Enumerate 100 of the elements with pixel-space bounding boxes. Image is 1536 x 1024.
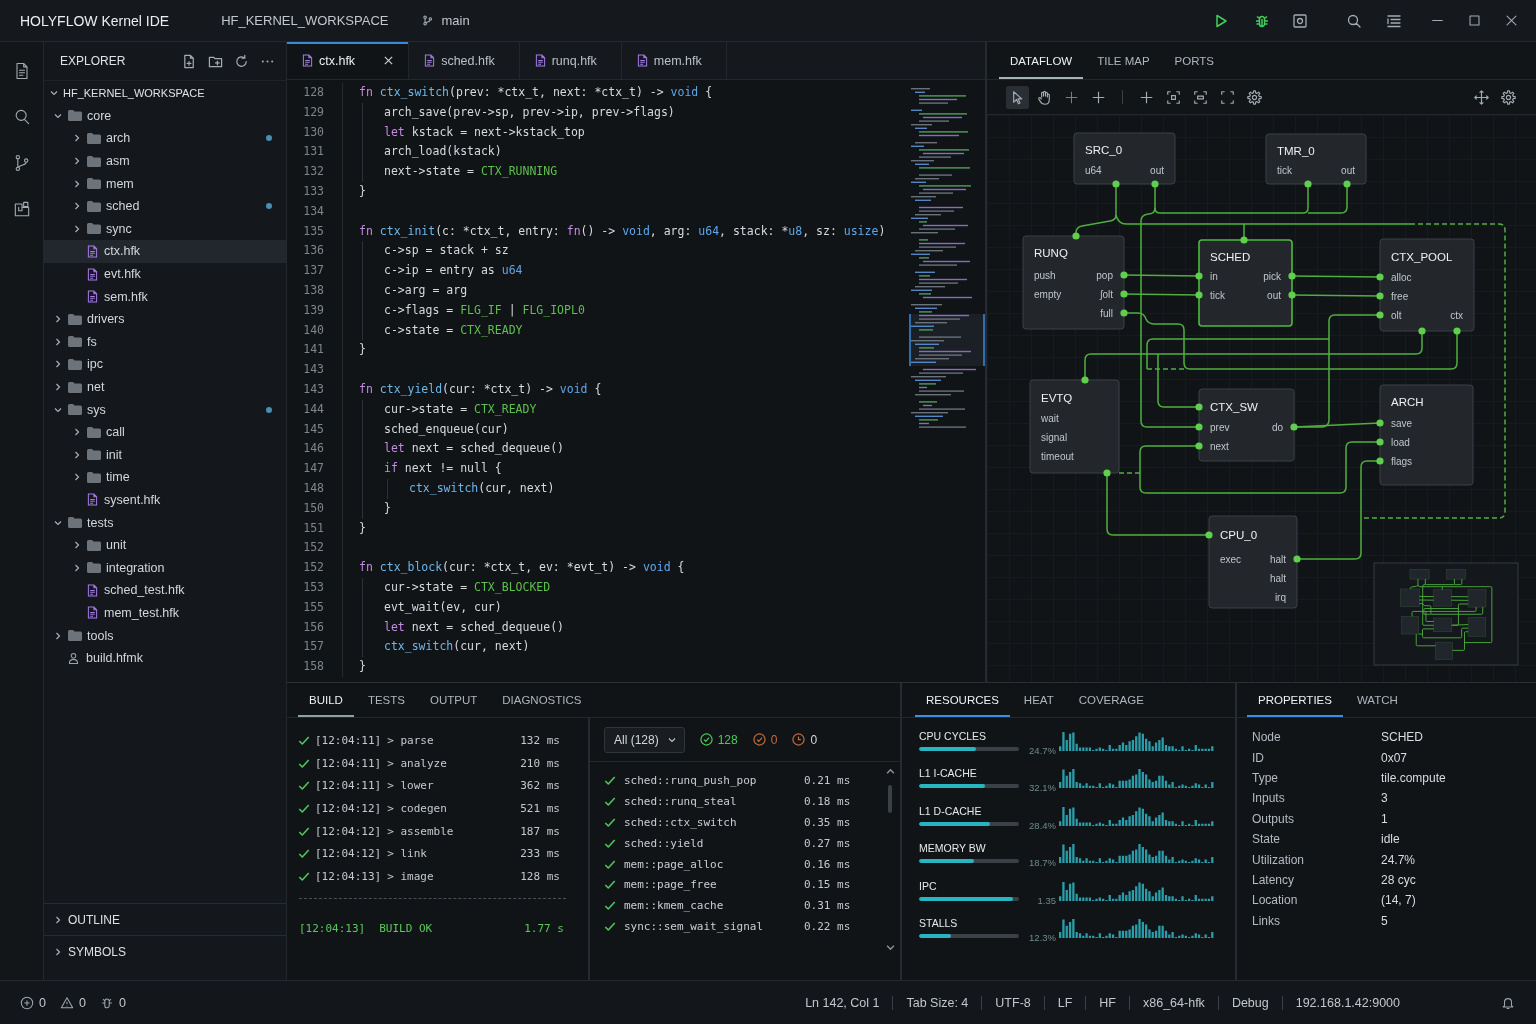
graph-node[interactable]: TMR_0 tick out [1265, 133, 1367, 185]
status-item[interactable]: LF [1043, 995, 1086, 1010]
tree-item[interactable]: unit [44, 533, 286, 557]
line-number: 140 [303, 322, 324, 337]
filter-dropdown[interactable]: All (128) [604, 726, 685, 753]
line-number: 150 [303, 500, 324, 515]
panel-tab[interactable]: PROPERTIES [1247, 683, 1343, 717]
panel-tab[interactable]: TILE MAP [1086, 42, 1161, 79]
status-item[interactable]: Tab Size: 4 [892, 995, 982, 1010]
tree-item[interactable]: core [44, 104, 286, 128]
line-number: 147 [303, 461, 324, 476]
tree-item[interactable]: time [44, 466, 286, 489]
code-line: } [359, 519, 366, 537]
tree-item[interactable]: tests [44, 511, 286, 534]
code-line: } [384, 499, 391, 517]
editor-tab[interactable]: ctx.hfk [287, 42, 410, 79]
tree-item[interactable]: sched [44, 194, 286, 218]
editor-tab[interactable]: sched.hfk [409, 42, 520, 79]
port-label: timeout [1041, 450, 1074, 462]
line-number: 143 [303, 362, 324, 377]
section-header[interactable]: OUTLINE [44, 903, 286, 935]
branch-selector[interactable]: main [421, 13, 470, 28]
log-duration: 362 ms [520, 779, 560, 793]
workspace-header[interactable]: HF_KERNEL_WORKSPACE [44, 82, 286, 105]
tree-item[interactable]: arch [44, 127, 286, 150]
bell-icon[interactable] [1501, 995, 1515, 1010]
tree-item[interactable]: ctx.hfk [44, 240, 286, 263]
cursor-icon[interactable] [1006, 85, 1029, 109]
tree-item[interactable]: build.hfmk [44, 646, 286, 670]
editor-tab[interactable]: runq.hfk [519, 42, 622, 79]
close-icon[interactable] [1505, 14, 1518, 27]
log-time: [12:04:12] [315, 824, 382, 838]
tree-item[interactable]: sem.hfk [44, 285, 286, 308]
line-number: 128 [303, 85, 324, 99]
log-duration: 521 ms [520, 801, 560, 815]
panel-tab[interactable]: BUILD [298, 683, 354, 717]
panel-tab[interactable]: PORTS [1163, 42, 1225, 79]
panel-tab[interactable]: HEAT [1012, 683, 1065, 717]
status-item[interactable]: Debug [1217, 995, 1282, 1010]
tree-item[interactable]: sync [44, 217, 286, 241]
panel-tab[interactable]: TESTS [356, 683, 416, 717]
tree-item[interactable]: tools [44, 624, 286, 647]
tree-item[interactable]: fs [44, 330, 286, 354]
scrollbar-thumb[interactable] [888, 785, 892, 813]
tree-item[interactable]: mem [44, 172, 286, 195]
close-icon[interactable] [383, 55, 395, 66]
tree-item[interactable]: net [44, 375, 286, 399]
line-number: 158 [303, 659, 324, 674]
test-duration: 0.35 ms [804, 815, 851, 829]
status-count: 0 [39, 995, 46, 1010]
tree-item[interactable]: sysent.hfk [44, 488, 286, 512]
tree-item[interactable]: drivers [44, 307, 286, 331]
graph-node[interactable]: SRC_0 u64 out [1073, 132, 1176, 185]
panel-tab[interactable]: COVERAGE [1067, 683, 1155, 717]
chevron-down-icon[interactable] [885, 943, 895, 952]
line-number: 157 [303, 639, 324, 654]
line-number: 129 [303, 104, 324, 119]
workspace-name[interactable]: HF_KERNEL_WORKSPACE [221, 13, 389, 28]
section-header[interactable]: SYMBOLS [44, 935, 286, 967]
tree-item[interactable]: sys [44, 398, 286, 421]
status-item[interactable]: 192.168.1.42:9000 [1281, 995, 1413, 1010]
folder-icon [87, 471, 101, 483]
panel-tab[interactable]: OUTPUT [418, 683, 489, 717]
warning-icon[interactable] [59, 995, 74, 1010]
status-item[interactable]: UTF-8 [981, 995, 1044, 1010]
chevron-up-icon[interactable] [885, 767, 895, 776]
tree-item[interactable]: sched_test.hfk [44, 579, 286, 602]
search-icon[interactable] [1346, 12, 1362, 29]
maximize-icon[interactable] [1468, 14, 1481, 27]
node-title: SRC_0 [1085, 144, 1123, 156]
folder-icon [68, 313, 82, 325]
status-item[interactable]: x86_64-hfk [1129, 995, 1218, 1010]
tree-item[interactable]: ipc [44, 353, 286, 376]
editor-tab[interactable]: mem.hfk [621, 42, 727, 79]
code-line: c->ip = entry as u64 [384, 262, 523, 280]
list-icon[interactable] [1386, 12, 1402, 29]
port-label: out [1150, 164, 1164, 176]
status-item[interactable]: Ln 142, Col 1 [792, 995, 893, 1010]
test-name: mem::page_alloc [624, 857, 725, 871]
panel-tab[interactable]: RESOURCES [915, 683, 1010, 717]
graph-minimap[interactable] [1373, 562, 1519, 666]
tree-item[interactable]: mem_test.hfk [44, 601, 286, 625]
property-name: Type [1252, 770, 1279, 785]
tree-item[interactable]: evt.hfk [44, 262, 286, 286]
line-number: 155 [303, 599, 324, 614]
tree-item[interactable]: integration [44, 556, 286, 580]
bug-icon[interactable] [99, 995, 114, 1010]
panel-tab[interactable]: DIAGNOSTICS [491, 683, 593, 717]
line-number: 133 [303, 184, 324, 198]
refresh-icon[interactable] [234, 53, 249, 69]
status-item[interactable]: HF [1085, 995, 1129, 1010]
panel-tab[interactable]: DATAFLOW [999, 42, 1084, 79]
property-value: 5 [1381, 913, 1388, 928]
tree-item[interactable]: init [44, 443, 286, 467]
play-icon[interactable] [1213, 12, 1229, 29]
line-number: 131 [303, 144, 324, 159]
new-file-icon[interactable] [182, 53, 197, 69]
tree-item[interactable]: call [44, 420, 286, 444]
tree-item[interactable]: asm [44, 149, 286, 173]
panel-tab[interactable]: WATCH [1345, 683, 1409, 717]
